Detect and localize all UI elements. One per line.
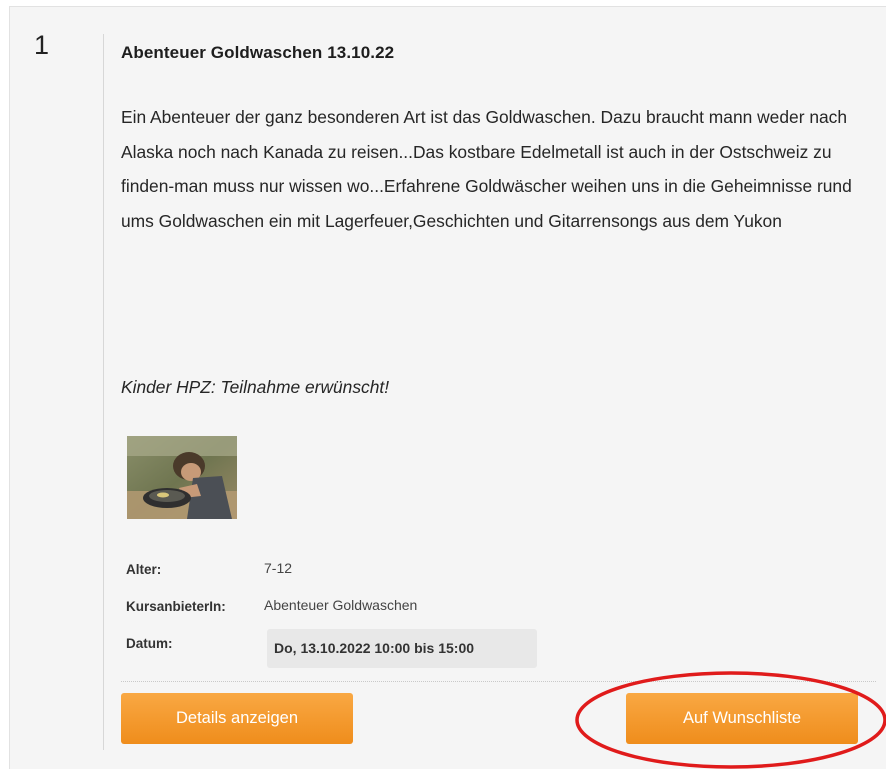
dotted-divider — [121, 681, 876, 682]
date-label: Datum: — [126, 636, 173, 651]
provider-value: Abenteuer Goldwaschen — [264, 597, 418, 613]
age-label: Alter: — [126, 562, 162, 577]
course-thumbnail-image[interactable] — [127, 436, 237, 519]
details-button[interactable]: Details anzeigen — [121, 693, 353, 744]
add-to-wishlist-button[interactable]: Auf Wunschliste — [626, 693, 858, 744]
date-value: Do, 13.10.2022 10:00 bis 15:00 — [267, 629, 537, 668]
vertical-divider — [103, 34, 104, 750]
course-note: Kinder HPZ: Teilnahme erwünscht! — [121, 377, 390, 397]
gold-panning-photo — [127, 436, 237, 519]
provider-label: KursanbieterIn: — [126, 599, 226, 614]
course-index-number: 1 — [34, 30, 50, 60]
age-value: 7-12 — [264, 560, 293, 576]
course-description: Ein Abenteuer der ganz besonderen Art is… — [121, 107, 852, 231]
course-title: Abenteuer Goldwaschen 13.10.22 — [121, 43, 395, 62]
